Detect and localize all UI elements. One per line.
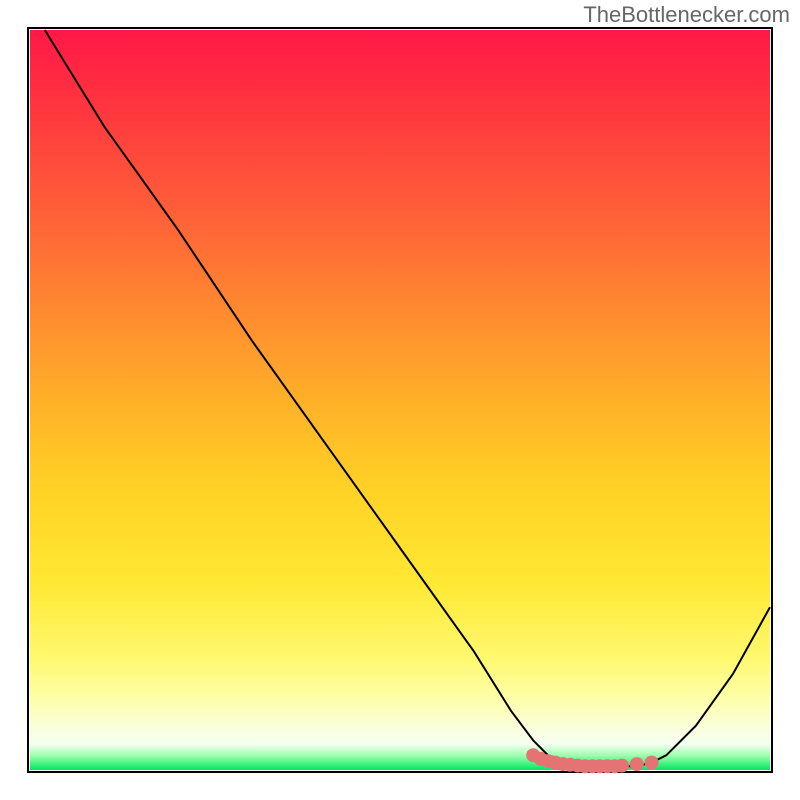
marker-point [630, 757, 644, 771]
chart-svg [0, 0, 800, 800]
plot-background [30, 30, 770, 770]
watermark-text: TheBottlenecker.com [583, 2, 790, 28]
marker-point [615, 759, 629, 773]
chart-container: TheBottlenecker.com [0, 0, 800, 800]
marker-point [645, 756, 659, 770]
